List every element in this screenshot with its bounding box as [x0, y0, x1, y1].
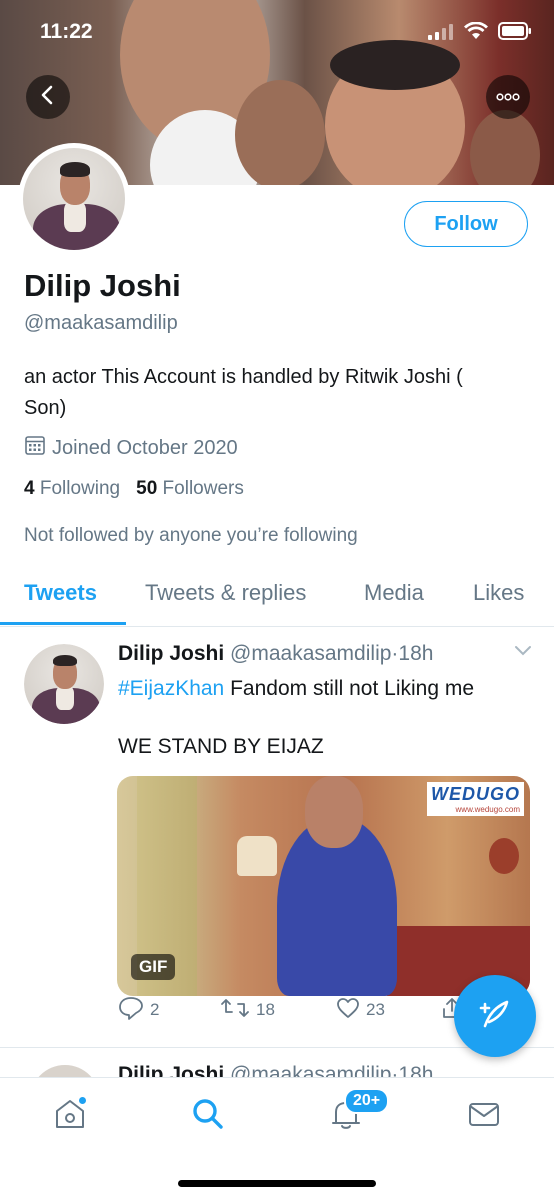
profile-tabs: Tweets Tweets & replies Media Likes — [0, 570, 554, 627]
reply-button[interactable]: 2 — [118, 996, 159, 1025]
tweet-author-name[interactable]: Dilip Joshi — [118, 642, 224, 665]
next-tweet-header: Dilip Joshi @maakasamdilip·18h — [118, 1063, 433, 1077]
nav-home[interactable] — [50, 1096, 90, 1136]
avatar-image — [23, 148, 125, 250]
back-button[interactable] — [26, 75, 70, 119]
follow-button[interactable]: Follow — [404, 201, 528, 247]
next-tweet[interactable]: Dilip Joshi @maakasamdilip·18h — [0, 1049, 554, 1077]
profile-avatar[interactable] — [18, 143, 130, 255]
like-icon — [336, 997, 360, 1024]
retweet-icon — [220, 997, 250, 1024]
media-watermark: WEDUGO www.wedugo.com — [427, 782, 524, 816]
wifi-icon — [464, 21, 488, 46]
profile-bio: an actor This Account is handled by Ritw… — [24, 366, 463, 419]
status-time: 11:22 — [40, 20, 93, 43]
calendar-icon — [24, 434, 46, 462]
hashtag-link[interactable]: #EijazKhan — [118, 677, 224, 700]
compose-icon — [475, 994, 515, 1039]
more-icon — [496, 88, 520, 106]
battery-icon — [498, 22, 532, 46]
home-new-dot — [78, 1096, 87, 1105]
tab-tweets-replies[interactable]: Tweets & replies — [145, 580, 306, 606]
next-tweet-author-name: Dilip Joshi — [118, 1063, 225, 1077]
tab-media[interactable]: Media — [364, 580, 424, 606]
tweet-meta: @maakasamdilip·18h — [230, 642, 434, 665]
nav-notifications[interactable]: 20+ — [326, 1088, 390, 1136]
tweet-avatar[interactable] — [24, 644, 104, 724]
status-icons — [428, 21, 532, 46]
tweet-text-rest: Fandom still not Liking me — [224, 677, 475, 700]
next-tweet-meta: @maakasamdilip·18h — [230, 1063, 434, 1077]
signal-icon — [428, 22, 454, 46]
reply-count: 2 — [150, 1000, 160, 1019]
more-options-button[interactable] — [486, 75, 530, 119]
back-arrow-icon — [39, 85, 57, 110]
nav-search[interactable] — [188, 1096, 228, 1136]
tab-likes[interactable]: Likes — [473, 580, 524, 606]
tab-tweets[interactable]: Tweets — [24, 580, 97, 606]
next-tweet-avatar — [30, 1065, 100, 1077]
retweet-button[interactable]: 18 — [220, 997, 275, 1024]
status-bar: 11:22 — [0, 0, 554, 70]
home-indicator[interactable] — [178, 1180, 376, 1187]
nav-messages[interactable] — [464, 1096, 504, 1136]
tweet-text-line2: WE STAND BY EIJAZ — [118, 735, 324, 758]
not-followed-text: Not followed by anyone you’re following — [24, 525, 358, 546]
tweet-text: #EijazKhan Fandom still not Liking me — [118, 674, 538, 704]
search-icon — [191, 1097, 225, 1136]
joined-text: Joined October 2020 — [52, 436, 238, 459]
joined-date: Joined October 2020 — [24, 434, 238, 462]
profile-handle: @maakasamdilip — [24, 312, 178, 334]
tweet-media-gif[interactable]: WEDUGO www.wedugo.com GIF — [117, 776, 530, 996]
reply-icon — [118, 996, 144, 1025]
compose-tweet-button[interactable] — [454, 975, 536, 1057]
retweet-count: 18 — [256, 1000, 275, 1019]
like-button[interactable]: 23 — [336, 997, 385, 1024]
like-count: 23 — [366, 1000, 385, 1019]
follow-counts: 4 Following 50 Followers — [24, 478, 244, 500]
notifications-badge: 20+ — [344, 1088, 390, 1114]
gif-badge: GIF — [131, 954, 176, 980]
following-link[interactable]: 4 Following — [24, 478, 120, 500]
followers-link[interactable]: 50 Followers — [136, 478, 244, 500]
messages-icon — [467, 1097, 501, 1136]
caret-down-icon[interactable] — [514, 644, 532, 662]
active-tab-indicator — [0, 622, 126, 625]
profile-name: Dilip Joshi — [24, 268, 181, 303]
tweet-header: Dilip Joshi @maakasamdilip·18h — [118, 642, 433, 666]
